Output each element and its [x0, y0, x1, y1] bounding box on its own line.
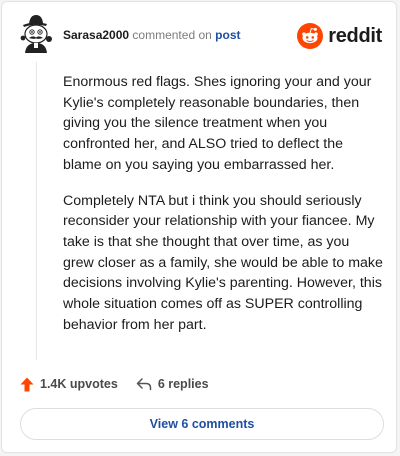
upvote-arrow-icon — [20, 377, 34, 391]
comment-paragraph: Enormous red flags. Shes ignoring your a… — [63, 74, 372, 173]
reddit-wordmark: reddit — [328, 24, 382, 47]
comment-card: Sarasa2000 commented on post reddit Enor… — [1, 1, 397, 453]
avatar-icon — [20, 15, 52, 53]
reply-arrow-icon — [136, 378, 152, 391]
comment-header: Sarasa2000 commented on post reddit — [18, 14, 382, 56]
upvote-button[interactable]: 1.4K upvotes — [20, 377, 118, 392]
comment-body: Enormous red flags. Shes ignoring your a… — [63, 72, 383, 350]
comment-byline: Sarasa2000 commented on post — [63, 28, 241, 42]
reddit-logo-icon — [297, 23, 324, 49]
comment-paragraph: Completely NTA but i think you should se… — [63, 192, 383, 333]
thread-line — [36, 62, 37, 360]
avatar[interactable] — [18, 14, 54, 54]
replies-count: 6 replies — [157, 377, 209, 391]
view-comments-button[interactable]: View 6 comments — [20, 408, 384, 440]
upvote-count: 1.4K upvotes — [40, 377, 118, 391]
username-link[interactable]: Sarasa2000 — [63, 28, 129, 42]
post-link[interactable]: post — [215, 28, 240, 42]
byline-verb: commented on — [132, 28, 212, 42]
replies-button[interactable]: 6 replies — [136, 377, 209, 391]
comment-actions: 1.4K upvotes 6 replies — [20, 374, 209, 394]
reddit-brand[interactable]: reddit — [297, 23, 382, 49]
